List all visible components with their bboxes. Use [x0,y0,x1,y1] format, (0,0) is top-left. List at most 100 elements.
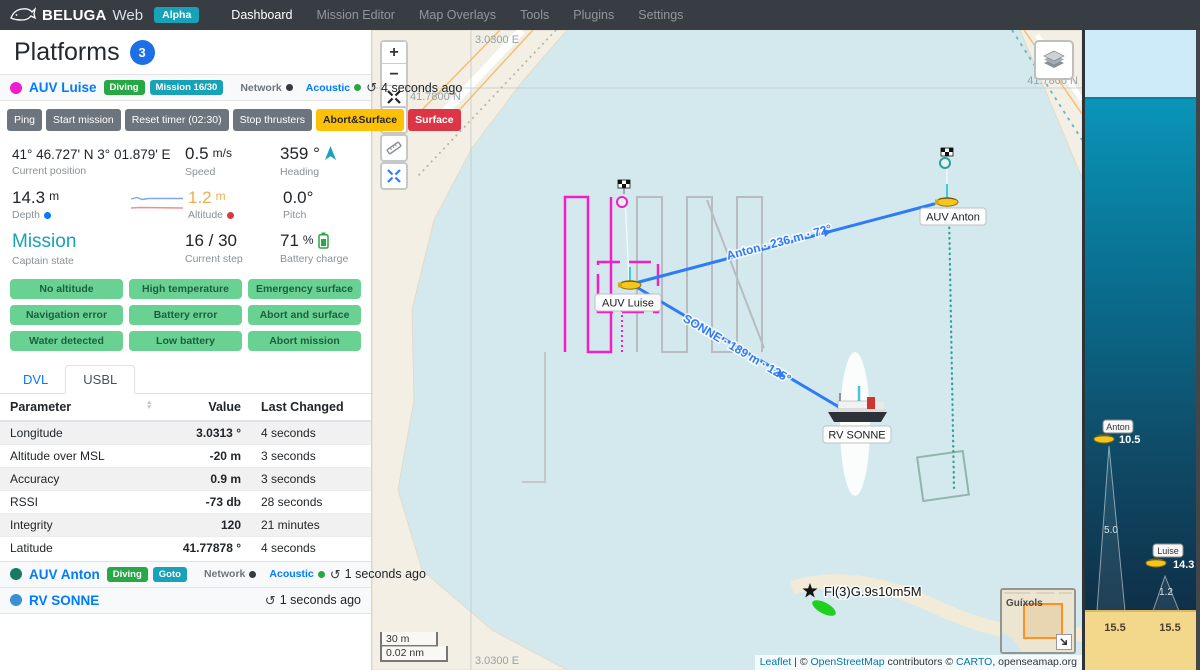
vehicle-tracks [625,168,954,488]
luise-depth-icon [1146,559,1166,567]
nav-settings[interactable]: Settings [626,0,695,30]
acoustic-status-dot [354,84,361,91]
minimap-extent-rect [1024,604,1062,638]
telemetry-altitude: 1.2m Altitude [188,188,283,222]
scale-nautical: 0.02 nm [380,646,448,662]
luise-depth-value: 14.3 [1173,559,1194,571]
anton-color-dot [10,568,22,580]
page-title: Platforms 3 [0,30,371,74]
alpha-badge: Alpha [154,7,199,23]
minimap-place-label: Guíxols [1006,598,1043,609]
col-last-changed[interactable]: Last Changed [251,394,371,421]
minimap-toggle-button[interactable] [1056,634,1072,650]
telemetry-current-step: 16 / 30 Current step [185,231,280,267]
lon-grid-label-bottom: 3.0300 E [475,655,519,667]
reset-timer-button[interactable]: Reset timer (02:30) [125,109,229,131]
center-vehicle-icon [387,169,401,183]
luise-last-update: ↺ 4 seconds ago [366,81,462,95]
luise-action-bar: Ping Start mission Reset timer (02:30) S… [0,101,371,138]
brand: BELUGA Web Alpha [10,6,199,24]
anton-goal-flag-icon[interactable] [941,148,953,156]
sonne-name[interactable]: RV SONNE [29,593,99,608]
anton-depth-value: 10.5 [1119,434,1140,446]
tab-dvl[interactable]: DVL [6,366,65,393]
stop-thrusters-button[interactable]: Stop thrusters [233,109,312,131]
center-vehicle-button[interactable] [380,162,408,190]
nav-mission-editor[interactable]: Mission Editor [304,0,407,30]
map-attribution: Leaflet | © OpenStreetMap contributors ©… [755,655,1082,670]
network-status-dot [286,84,293,91]
alert-battery-error[interactable]: Battery error [129,305,242,325]
anton-name[interactable]: AUV Anton [29,567,100,582]
carto-link[interactable]: CARTO [956,656,992,668]
alert-no-altitude[interactable]: No altitude [10,279,123,299]
luise-name[interactable]: AUV Luise [29,80,97,95]
sonne-color-dot [10,594,22,606]
anton-map-label: AUV Anton [926,212,980,224]
lighthouse-label: Fl(3)G.9s10m5M [824,584,922,599]
zoom-control: + − [380,40,408,110]
telemetry-pitch: 0.0° Pitch [283,188,313,222]
ping-button[interactable]: Ping [7,109,42,131]
nav-plugins[interactable]: Plugins [561,0,626,30]
col-parameter[interactable]: Parameter ▲▼ [0,394,149,421]
alert-abort-mission[interactable]: Abort mission [248,331,361,351]
table-row: Longitude3.0313 °4 seconds [0,421,371,445]
map-depth-divider [1082,30,1085,670]
alert-emergency-surface[interactable]: Emergency surface [248,279,361,299]
start-mission-button[interactable]: Start mission [46,109,121,131]
zoom-in-button[interactable]: + [382,42,406,64]
alert-high-temperature[interactable]: High temperature [129,279,242,299]
layers-icon [1043,50,1065,70]
luise-color-dot [10,82,22,94]
osm-link[interactable]: OpenStreetMap [810,656,884,668]
nav-tools[interactable]: Tools [508,0,561,30]
main-nav: Dashboard Mission Editor Map Overlays To… [219,0,695,30]
map-canvas: 3.0300 E 3.0300 E 41.7800 N 41.7800 N [372,30,1082,670]
luise-seabed-value: 15.5 [1159,622,1180,634]
sky-band [1085,30,1196,98]
luise-waypoint-circle[interactable] [617,197,627,207]
telemetry-heading: 359 ° Heading [280,144,337,178]
table-row: Altitude over MSL-20 m3 seconds [0,444,371,467]
ruler-icon [386,140,402,156]
auv-anton-marker[interactable] [935,184,958,206]
telemetry-battery: 71% Battery charge [280,231,348,267]
surface-button[interactable]: Surface [408,109,461,131]
nav-dashboard[interactable]: Dashboard [219,0,304,30]
history-icon: ↺ [265,594,276,607]
anton-acoustic-status: Acoustic [269,568,324,580]
telemetry-speed: 0.5m/s Speed [185,144,280,178]
alert-low-battery[interactable]: Low battery [129,331,242,351]
vehicle-row-sonne[interactable]: RV SONNE ↺ 1 seconds ago [0,588,371,614]
alert-abort-and-surface[interactable]: Abort and surface [248,305,361,325]
sonne-footprint [840,352,870,496]
scale-metric: 30 m [380,632,438,648]
scrollbar-strip[interactable] [1196,30,1200,670]
luise-telemetry: 41° 46.727' N 3° 01.879' E Current posit… [0,138,371,267]
nav-map-overlays[interactable]: Map Overlays [407,0,508,30]
luise-goal-flag-icon[interactable] [618,180,630,194]
abort-surface-button[interactable]: Abort&Surface [316,109,404,131]
table-row: Accuracy0.9 m3 seconds [0,467,371,490]
minimap[interactable]: Guíxols [1000,588,1076,654]
leaflet-link[interactable]: Leaflet [760,656,792,668]
vehicle-row-anton[interactable]: AUV Anton Diving Goto Network Acoustic ↺… [0,561,371,588]
anton-dotted-track [949,212,954,488]
anton-state-badge: Diving [107,567,148,582]
layers-button[interactable] [1034,40,1074,80]
depth-legend-dot [44,212,51,219]
vehicle-row-luise[interactable]: AUV Luise Diving Mission 16/30 Network A… [0,74,371,101]
anton-waypoint-circle[interactable] [940,158,950,168]
alert-navigation-error[interactable]: Navigation error [10,305,123,325]
luise-mission-badge: Mission 16/30 [150,80,224,95]
col-value[interactable]: Value [149,394,251,421]
sensor-tabs: DVL USBL [0,363,371,394]
water-column [1085,98,1196,611]
tab-usbl[interactable]: USBL [65,365,135,394]
luise-network-status: Network [240,82,292,94]
alert-water-detected[interactable]: Water detected [10,331,123,351]
leaflet-map[interactable]: 3.0300 E 3.0300 E 41.7800 N 41.7800 N [372,30,1082,670]
measure-button[interactable] [380,134,408,162]
minimap-toggle-icon [1059,637,1069,647]
